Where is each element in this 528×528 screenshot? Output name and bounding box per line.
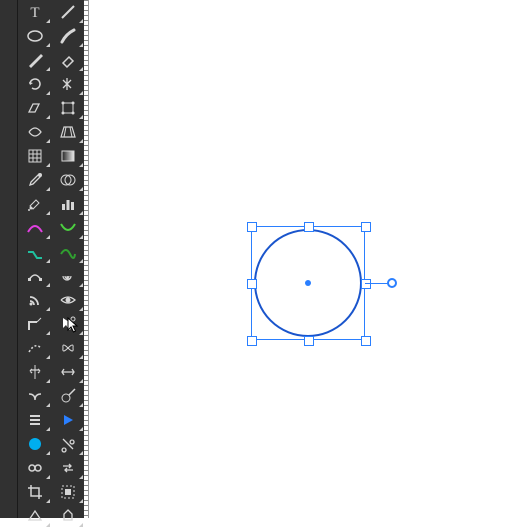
align-horizontal-tool[interactable] <box>51 360 84 384</box>
text-tool[interactable]: T <box>18 0 51 24</box>
live-paint-tool[interactable] <box>18 192 51 216</box>
tangent-tool[interactable] <box>51 384 84 408</box>
crop-tool[interactable] <box>18 480 51 504</box>
spiral-tool[interactable] <box>51 264 84 288</box>
butterfly-tool[interactable] <box>51 336 84 360</box>
resize-handle-sw[interactable] <box>247 336 257 346</box>
node-arrow-tool[interactable] <box>51 312 84 336</box>
perspective-tool[interactable] <box>51 120 84 144</box>
mesh-tool[interactable] <box>18 144 51 168</box>
eye-tool[interactable] <box>51 288 84 312</box>
resize-handle-nw[interactable] <box>247 222 257 232</box>
link-tool[interactable] <box>18 456 51 480</box>
group-select-tool[interactable] <box>51 480 84 504</box>
resize-handle-w[interactable] <box>247 279 257 289</box>
blend-tool[interactable] <box>51 168 84 192</box>
shape2-tool[interactable] <box>51 504 84 528</box>
panel-left-strip <box>0 0 18 518</box>
curve-tool-3[interactable] <box>18 240 51 264</box>
eraser-tool[interactable] <box>51 48 84 72</box>
rotation-handle[interactable] <box>387 278 397 288</box>
resize-handle-s[interactable] <box>304 336 314 346</box>
join-tool[interactable] <box>18 384 51 408</box>
resize-handle-n[interactable] <box>304 222 314 232</box>
shape1-tool[interactable] <box>18 504 51 528</box>
rotate-tool[interactable] <box>18 72 51 96</box>
anchor-convert-tool[interactable] <box>18 264 51 288</box>
pencil-tool[interactable] <box>18 48 51 72</box>
canvas[interactable] <box>89 0 528 518</box>
gradient-tool[interactable] <box>51 144 84 168</box>
selection-center[interactable] <box>305 280 311 286</box>
bars-tool[interactable] <box>18 408 51 432</box>
paintbrush-tool[interactable] <box>51 24 84 48</box>
resize-handle-se[interactable] <box>361 336 371 346</box>
toolbox: T <box>18 0 84 518</box>
reflect-tool[interactable] <box>51 72 84 96</box>
align-center-tool[interactable] <box>18 360 51 384</box>
resize-handle-e[interactable] <box>361 279 371 289</box>
warp-tool[interactable] <box>18 120 51 144</box>
line-tool[interactable] <box>51 0 84 24</box>
swap-tool[interactable] <box>51 456 84 480</box>
corner-tool[interactable] <box>18 312 51 336</box>
ellipse-tool[interactable] <box>18 24 51 48</box>
curve-tool-2[interactable] <box>51 216 84 240</box>
fill-circle-tool[interactable] <box>18 432 51 456</box>
eyedropper-tool[interactable] <box>18 168 51 192</box>
free-transform-tool[interactable] <box>51 96 84 120</box>
dotted-path-tool[interactable] <box>18 336 51 360</box>
shear-tool[interactable] <box>18 96 51 120</box>
trim-tool[interactable] <box>51 432 84 456</box>
curve-tool-1[interactable] <box>18 216 51 240</box>
column-graph-tool[interactable] <box>51 192 84 216</box>
curve-tool-4[interactable] <box>51 240 84 264</box>
play-tool[interactable] <box>51 408 84 432</box>
rss-tool[interactable] <box>18 288 51 312</box>
svg-text:T: T <box>30 5 39 21</box>
resize-handle-ne[interactable] <box>361 222 371 232</box>
